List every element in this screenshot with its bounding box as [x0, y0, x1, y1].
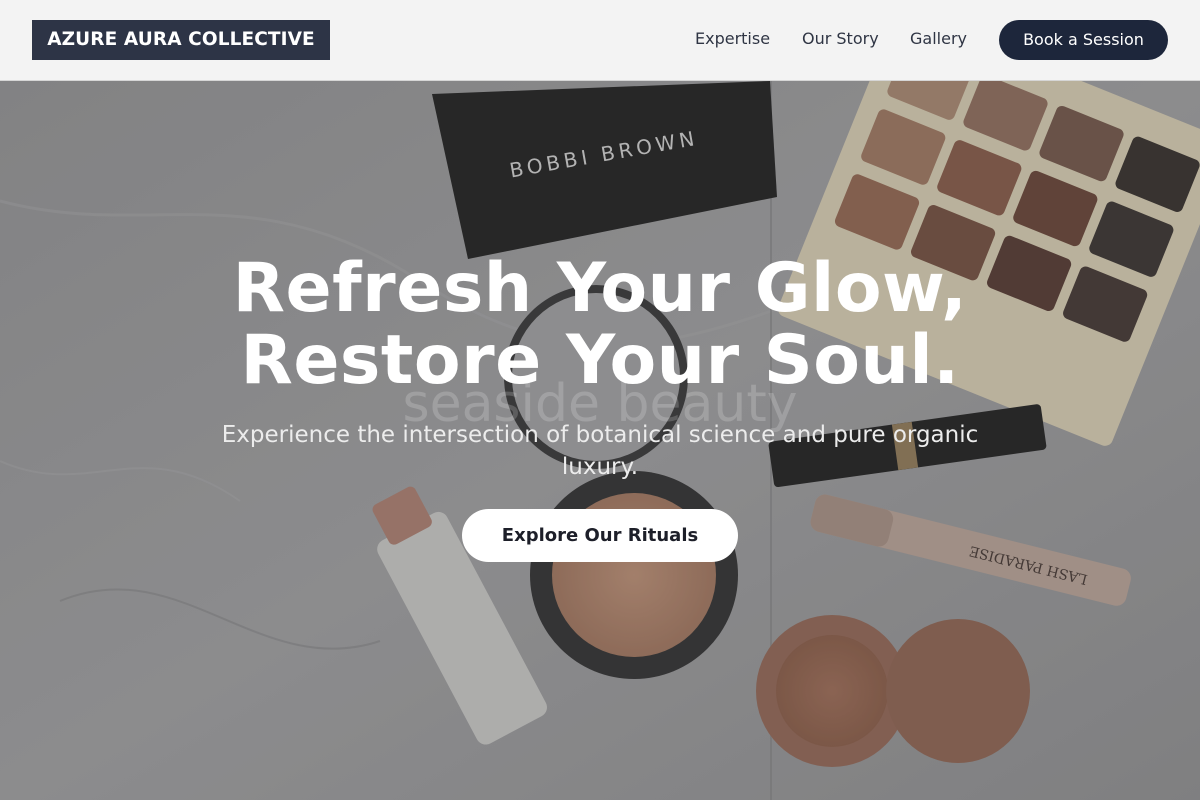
hero-subtitle: Experience the intersection of botanical…	[221, 422, 979, 480]
nav-link-gallery[interactable]: Gallery	[910, 28, 967, 50]
landing-page: AZURE AURA COLLECTIVE Expertise Our Stor…	[0, 0, 1200, 800]
site-header: AZURE AURA COLLECTIVE Expertise Our Stor…	[0, 0, 1200, 81]
hero-title-line-1: Refresh Your Glow,	[232, 249, 968, 328]
hero-section: BOBBI BROWN LASH PARADISE seaside beauty…	[0, 81, 1200, 800]
explore-rituals-button[interactable]: Explore Our Rituals	[462, 509, 738, 562]
hero-title: Refresh Your Glow, Restore Your Soul.	[0, 253, 1200, 397]
nav-link-expertise[interactable]: Expertise	[695, 28, 770, 50]
nav-link-our-story[interactable]: Our Story	[802, 28, 879, 50]
hero-title-line-2: Restore Your Soul.	[240, 321, 960, 400]
brand-logo[interactable]: AZURE AURA COLLECTIVE	[32, 20, 330, 60]
book-session-button[interactable]: Book a Session	[999, 20, 1168, 60]
